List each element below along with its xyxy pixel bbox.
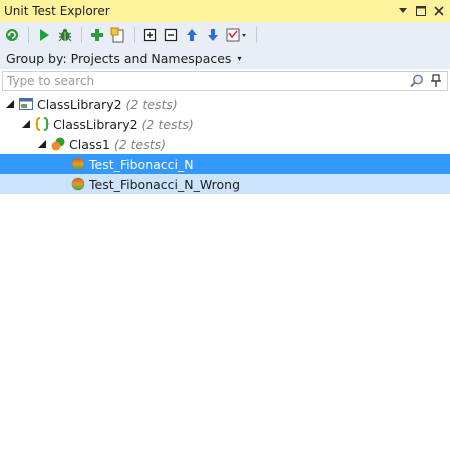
close-icon[interactable] bbox=[432, 4, 446, 18]
window-title: Unit Test Explorer bbox=[4, 4, 110, 18]
search-box bbox=[2, 71, 448, 91]
toolbar-separator bbox=[256, 26, 257, 43]
refresh-icon[interactable] bbox=[2, 25, 22, 45]
options-icon[interactable] bbox=[224, 25, 250, 45]
tree-item-project[interactable]: ClassLibrary2 (2 tests) bbox=[0, 94, 450, 114]
pin-icon[interactable] bbox=[429, 73, 443, 89]
group-by-dropdown[interactable]: Group by: Projects and Namespaces ▾ bbox=[0, 47, 450, 69]
window-controls bbox=[396, 0, 446, 22]
tree-item-label: Test_Fibonacci_N_Wrong bbox=[89, 176, 241, 192]
maximize-icon[interactable] bbox=[414, 4, 428, 18]
toolbar-separator bbox=[28, 26, 29, 43]
group-by-label: Group by: Projects and Namespaces bbox=[6, 50, 232, 66]
test-count: (2 tests) bbox=[125, 96, 178, 112]
tree-item-label: ClassLibrary2 bbox=[37, 96, 122, 112]
toolbar bbox=[0, 22, 450, 47]
run-icon[interactable] bbox=[34, 25, 54, 45]
debug-bug-icon[interactable] bbox=[55, 25, 75, 45]
toolbar-separator bbox=[81, 26, 82, 43]
test-count: (2 tests) bbox=[113, 136, 167, 152]
search-input[interactable] bbox=[3, 72, 411, 90]
toolbar-separator bbox=[134, 26, 135, 43]
search-icon[interactable] bbox=[409, 73, 425, 89]
class-icon bbox=[50, 136, 66, 152]
collapse-all-icon[interactable] bbox=[161, 25, 181, 45]
tree-item-label: ClassLibrary2 bbox=[53, 116, 138, 132]
expand-all-icon[interactable] bbox=[140, 25, 160, 45]
expanded-caret-icon[interactable] bbox=[38, 140, 46, 148]
arrow-up-icon[interactable] bbox=[182, 25, 202, 45]
expanded-caret-icon[interactable] bbox=[22, 120, 30, 128]
tree-item-test[interactable]: Test_Fibonacci_N bbox=[0, 154, 450, 174]
add-item-icon[interactable] bbox=[108, 25, 128, 45]
project-icon bbox=[18, 96, 34, 112]
tree-item-namespace[interactable]: ClassLibrary2 (2 tests) bbox=[0, 114, 450, 134]
tree-item-class[interactable]: Class1 (2 tests) bbox=[0, 134, 450, 154]
namespace-icon bbox=[34, 116, 50, 132]
add-icon[interactable] bbox=[87, 25, 107, 45]
tree-item-test[interactable]: Test_Fibonacci_N_Wrong bbox=[0, 174, 450, 194]
test-icon bbox=[70, 156, 86, 172]
title-bar: Unit Test Explorer bbox=[0, 0, 450, 22]
chevron-down-icon: ▾ bbox=[237, 53, 242, 63]
arrow-down-icon[interactable] bbox=[203, 25, 223, 45]
tree-item-label: Class1 bbox=[69, 136, 110, 152]
tree-item-label: Test_Fibonacci_N bbox=[89, 156, 194, 172]
test-count: (2 tests) bbox=[141, 116, 194, 132]
dropdown-arrow-icon[interactable] bbox=[396, 4, 410, 18]
expanded-caret-icon[interactable] bbox=[6, 100, 14, 108]
test-icon bbox=[70, 176, 86, 192]
